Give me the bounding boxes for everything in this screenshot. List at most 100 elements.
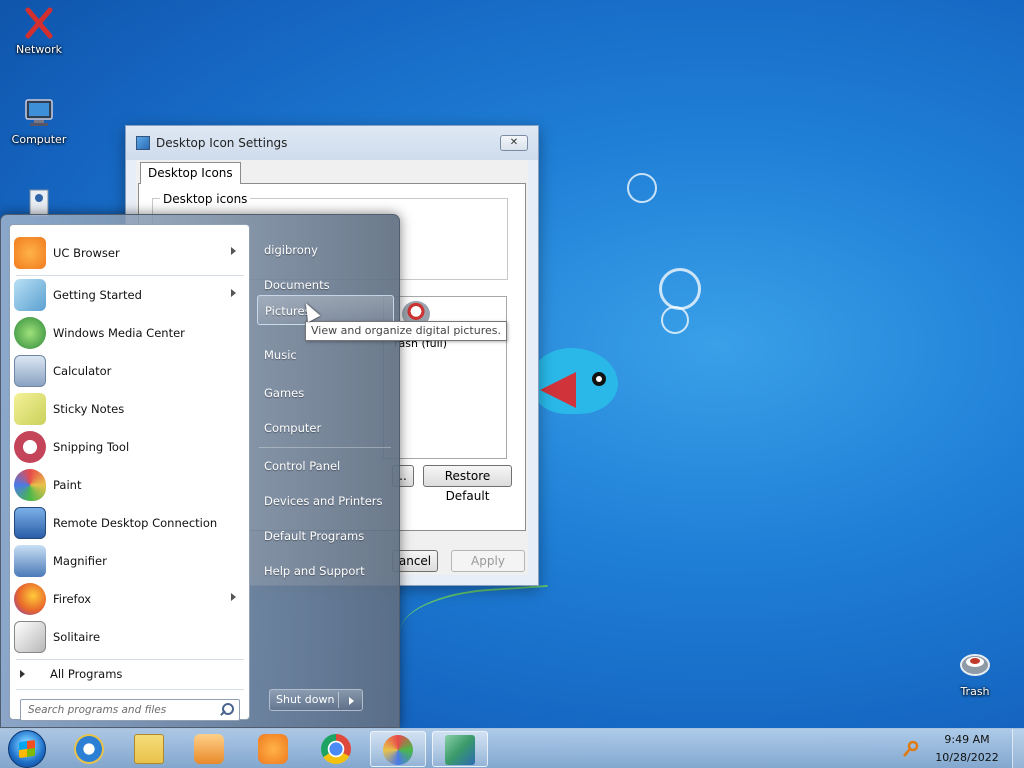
desktop-bubble [659,268,701,310]
close-button[interactable]: ✕ [500,135,528,151]
close-icon: ✕ [509,137,519,148]
shutdown-divider [338,692,339,708]
media-center-icon [14,317,46,349]
program-label: Calculator [53,364,112,378]
start-menu: UC Browser Getting Started Windows Media… [0,214,400,728]
desktop-icon-computer[interactable]: Computer [0,96,78,146]
change-icon-label: .. [399,469,407,483]
snipping-tool-icon [14,431,46,463]
program-paint[interactable]: Paint [12,467,248,503]
wallpaper-fish-eye [592,372,606,386]
search-input[interactable]: Search programs and files [20,699,240,721]
all-programs-label: All Programs [50,667,123,681]
chrome-icon [321,734,351,764]
program-label: Firefox [53,592,92,606]
solitaire-icon [14,621,46,653]
uc-browser-icon [258,734,288,764]
getting-started-icon [14,279,46,311]
all-programs-arrow-icon [20,670,25,678]
program-snipping-tool[interactable]: Snipping Tool [12,429,248,465]
program-label: UC Browser [53,246,120,260]
windows-logo-icon [19,739,35,759]
control-panel-icon [383,735,413,765]
group-label: Desktop icons [160,192,251,206]
desktop-icon-trash[interactable]: Trash [936,648,1014,698]
place-music[interactable]: Music [257,340,394,370]
wallpaper-grass [398,584,552,656]
program-calculator[interactable]: Calculator [12,353,248,389]
tray-key-icon[interactable] [902,740,920,758]
taskbar-desktop-icon-settings[interactable] [432,731,488,767]
calculator-icon [14,355,46,387]
show-desktop-button[interactable] [1012,729,1024,768]
place-user-folder[interactable]: digibrony [257,235,394,265]
internet-explorer-icon [74,734,104,764]
separator [259,447,391,448]
taskbar-uc-browser[interactable] [246,731,302,767]
taskbar-media-player[interactable] [182,731,238,767]
submenu-arrow-icon [231,247,236,255]
restore-default-label: Restore Default [444,469,491,503]
taskbar-control-panel[interactable] [370,731,426,767]
search-placeholder: Search programs and files [28,704,167,716]
computer-icon [25,99,53,126]
remote-desktop-icon [14,507,46,539]
restore-default-button[interactable]: Restore Default [423,465,512,503]
program-label: Sticky Notes [53,402,125,416]
paint-icon [14,469,46,501]
dialog-titlebar[interactable]: Desktop Icon Settings [126,126,538,160]
network-icon [25,7,53,39]
program-label: Paint [53,478,82,492]
place-control-panel[interactable]: Control Panel [257,451,394,481]
place-help-and-support[interactable]: Help and Support [257,556,394,586]
wallpaper-fish-fin [540,372,576,408]
taskbar-internet-explorer[interactable] [62,731,118,767]
shutdown-button[interactable]: Shut down [269,689,363,711]
clock-date[interactable]: 10/28/2022 [930,751,1004,764]
submenu-arrow-icon [231,289,236,297]
program-label: Magnifier [53,554,107,568]
all-programs-button[interactable]: All Programs [12,664,248,684]
program-solitaire[interactable]: Solitaire [12,619,248,655]
separator [16,659,244,660]
program-remote-desktop-connection[interactable]: Remote Desktop Connection [12,505,248,541]
firefox-icon [14,583,46,615]
place-computer[interactable]: Computer [257,413,394,443]
place-games[interactable]: Games [257,378,394,408]
separator [16,275,244,276]
submenu-arrow-icon [231,593,236,601]
shutdown-options-arrow-icon[interactable] [349,697,354,705]
place-devices-and-printers[interactable]: Devices and Printers [257,486,394,516]
program-firefox[interactable]: Firefox [12,581,248,617]
program-windows-media-center[interactable]: Windows Media Center [12,315,248,351]
magnifier-icon [14,545,46,577]
program-getting-started[interactable]: Getting Started [12,277,248,313]
place-default-programs[interactable]: Default Programs [257,521,394,551]
uc-browser-icon [14,237,46,269]
apply-button[interactable]: Apply [451,550,525,572]
clock-time[interactable]: 9:49 AM [930,733,1004,746]
media-player-icon [194,734,224,764]
taskbar [0,728,1024,768]
tab-desktop-icons[interactable]: Desktop Icons [140,162,241,184]
program-sticky-notes[interactable]: Sticky Notes [12,391,248,427]
desktop-bubble [661,306,689,334]
desktop-icon-settings-icon [445,735,475,765]
desktop-icon-label: Computer [11,133,67,146]
desktop-icon-network[interactable]: Network [0,6,78,56]
taskbar-file-explorer[interactable] [122,731,178,767]
cancel-label: ancel [398,554,432,568]
start-menu-programs-pane: UC Browser Getting Started Windows Media… [9,224,250,721]
file-explorer-icon [134,734,164,764]
program-uc-browser[interactable]: UC Browser [12,235,248,271]
sticky-notes-icon [14,393,46,425]
taskbar-chrome[interactable] [309,731,365,767]
desktop-bubble [627,173,657,203]
program-magnifier[interactable]: Magnifier [12,543,248,579]
start-button[interactable] [8,730,46,768]
program-label: Getting Started [53,288,142,302]
dialog-app-icon [136,136,150,150]
search-icon[interactable] [217,701,235,719]
dialog-title: Desktop Icon Settings [156,136,288,150]
apply-label: Apply [471,554,505,568]
